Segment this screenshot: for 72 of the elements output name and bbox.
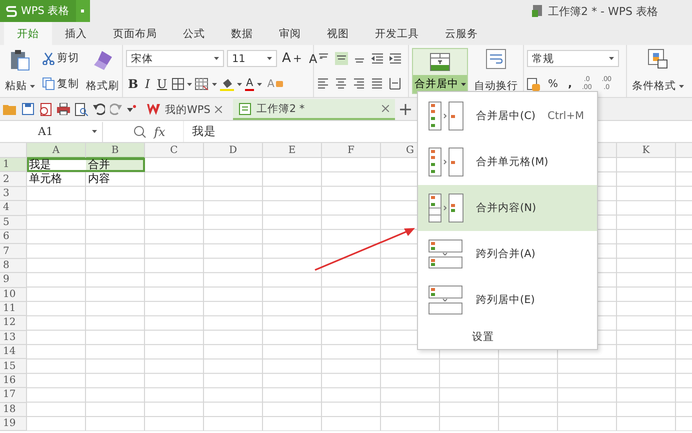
row-header[interactable]: 9: [0, 273, 27, 288]
row-header[interactable]: 4: [0, 201, 27, 216]
document-tab[interactable]: 我的WPS: [141, 99, 228, 120]
font-size-value: 11: [232, 52, 246, 64]
ribbon-tab[interactable]: 视图: [314, 22, 362, 45]
cell-reference: A1: [38, 125, 53, 138]
window-title: 工作簿2 * - WPS 表格: [548, 4, 658, 18]
shortcut-label: Ctrl+M: [548, 110, 584, 122]
menu-item[interactable]: 跨列合并(A): [418, 231, 597, 277]
column-header[interactable]: K: [617, 143, 676, 158]
font-size-select[interactable]: 11: [227, 50, 277, 67]
font-select[interactable]: 宋体: [126, 50, 224, 67]
row-header[interactable]: 14: [0, 345, 27, 360]
row-header[interactable]: 12: [0, 316, 27, 331]
number-format-select[interactable]: 常规: [527, 50, 619, 67]
row-header[interactable]: 6: [0, 230, 27, 244]
table-cell[interactable]: 内容: [86, 172, 145, 187]
app-menu-button[interactable]: WPS 表格: [0, 0, 76, 22]
menu-item[interactable]: 跨列居中(E): [418, 277, 597, 323]
number-format-value: 常规: [532, 52, 554, 66]
format-painter-button[interactable]: 格式刷: [84, 47, 121, 95]
thousands-button[interactable]: ,: [566, 77, 574, 91]
menu-item[interactable]: 设置: [418, 323, 597, 351]
font-name: 宋体: [131, 52, 153, 66]
row-header[interactable]: 10: [0, 288, 27, 302]
function-button[interactable]: fx: [154, 124, 166, 138]
ribbon-tab[interactable]: 云服务: [432, 22, 491, 45]
column-header[interactable]: E: [263, 143, 322, 158]
column-header[interactable]: C: [145, 143, 204, 158]
ribbon-tab[interactable]: 开始: [4, 22, 52, 45]
cut-button[interactable]: 剪切: [40, 50, 81, 66]
conditional-format-button[interactable]: 条件格式: [630, 47, 686, 95]
percent-button[interactable]: %: [546, 77, 560, 91]
ribbon-tab[interactable]: 数据: [218, 22, 266, 45]
row-header[interactable]: 2: [0, 172, 27, 187]
ribbon-tab[interactable]: 开发工具: [362, 22, 432, 45]
row-header[interactable]: 15: [0, 359, 27, 374]
ribbon-tab[interactable]: 公式: [170, 22, 218, 45]
column-header[interactable]: A: [27, 143, 86, 158]
row-header[interactable]: 16: [0, 374, 27, 388]
italic-button[interactable]: I: [143, 76, 152, 92]
underline-button[interactable]: U: [154, 76, 170, 92]
table-cell[interactable]: 我是: [27, 158, 86, 172]
column-header[interactable]: F: [322, 143, 381, 158]
ribbon-tab[interactable]: 插入: [52, 22, 100, 45]
paste-button[interactable]: 粘贴: [3, 47, 37, 95]
row-header[interactable]: 7: [0, 244, 27, 259]
font-color-button[interactable]: A: [245, 78, 254, 90]
ribbon-tab[interactable]: 页面布局: [100, 22, 170, 45]
row-header[interactable]: 5: [0, 216, 27, 230]
menu-item[interactable]: 合并内容(N): [418, 185, 597, 231]
column-header[interactable]: D: [204, 143, 263, 158]
ribbon-tab[interactable]: 审阅: [266, 22, 314, 45]
bold-button[interactable]: B: [126, 76, 140, 92]
merge-center-button[interactable]: 合并居中: [412, 48, 468, 94]
wrap-text-button[interactable]: 自动换行: [472, 47, 520, 95]
table-cell[interactable]: 单元格: [27, 172, 86, 187]
row-header[interactable]: 8: [0, 258, 27, 274]
row-header[interactable]: 13: [0, 330, 27, 346]
document-tab[interactable]: 工作簿2 *: [233, 99, 396, 120]
row-header[interactable]: 17: [0, 388, 27, 403]
row-header[interactable]: 11: [0, 302, 27, 316]
column-header[interactable]: B: [86, 143, 145, 158]
tab-title: 我的WPS: [165, 102, 210, 116]
row-header[interactable]: 19: [0, 417, 27, 432]
tab-title: 工作簿2 *: [256, 102, 305, 116]
row-header[interactable]: 3: [0, 186, 27, 202]
row-header[interactable]: 1: [0, 158, 27, 172]
row-header[interactable]: 18: [0, 402, 27, 418]
copy-button[interactable]: 复制: [40, 76, 81, 92]
table-cell[interactable]: 合并: [86, 158, 145, 172]
name-box[interactable]: A1: [0, 122, 103, 142]
